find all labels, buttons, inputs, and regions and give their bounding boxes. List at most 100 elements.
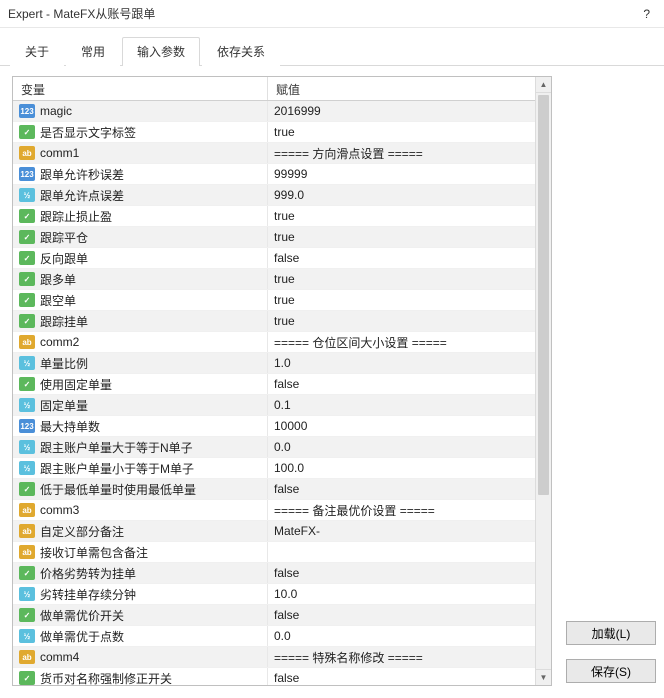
- cell-value[interactable]: 999.0: [268, 185, 535, 205]
- cell-value[interactable]: 2016999: [268, 101, 535, 121]
- scroll-up-icon[interactable]: ▲: [536, 77, 551, 93]
- cell-value[interactable]: 99999: [268, 164, 535, 184]
- table-row[interactable]: ab comm4 ===== 特殊名称修改 =====: [13, 647, 535, 668]
- cell-value[interactable]: 0.0: [268, 437, 535, 457]
- table-row[interactable]: ½单量比例1.0: [13, 353, 535, 374]
- table-row[interactable]: ✓货币对名称强制修正开关false: [13, 668, 535, 685]
- table-row[interactable]: ✓是否显示文字标签true: [13, 122, 535, 143]
- cell-value[interactable]: false: [268, 479, 535, 499]
- table-row[interactable]: ✓价格劣势转为挂单false: [13, 563, 535, 584]
- table-row[interactable]: ✓跟踪挂单true: [13, 311, 535, 332]
- tab-2[interactable]: 输入参数: [122, 37, 200, 66]
- table-row[interactable]: ½跟主账户单量小于等于M单子100.0: [13, 458, 535, 479]
- cell-variable: abcomm3: [13, 500, 268, 520]
- cell-variable: ab comm4: [13, 647, 268, 667]
- cell-variable: ✓ 跟踪止损止盈: [13, 206, 268, 226]
- table-row[interactable]: 123magic2016999: [13, 101, 535, 122]
- variable-name: 跟空单: [40, 292, 76, 309]
- cell-value[interactable]: 100.0: [268, 458, 535, 478]
- variable-name: comm4: [40, 650, 79, 664]
- cell-variable: abcomm1: [13, 143, 268, 163]
- table-row[interactable]: ab自定义部分备注MateFX-: [13, 521, 535, 542]
- variable-name: 自定义部分备注: [40, 523, 124, 540]
- table-row[interactable]: ✓使用固定单量false: [13, 374, 535, 395]
- variable-name: 价格劣势转为挂单: [40, 565, 136, 582]
- cell-variable: ab自定义部分备注: [13, 521, 268, 541]
- dbl-type-icon: ½: [19, 398, 35, 412]
- cell-variable: 123跟单允许秒误差: [13, 164, 268, 184]
- int-type-icon: 123: [19, 419, 35, 433]
- cell-value[interactable]: 0.0: [268, 626, 535, 646]
- table-row[interactable]: ✓低于最低单量时使用最低单量false: [13, 479, 535, 500]
- cell-value[interactable]: true: [268, 227, 535, 247]
- table-row[interactable]: ✓跟多单true: [13, 269, 535, 290]
- cell-value[interactable]: 10.0: [268, 584, 535, 604]
- cell-variable: ½做单需优于点数: [13, 626, 268, 646]
- cell-value[interactable]: 1.0: [268, 353, 535, 373]
- table-row[interactable]: abcomm2===== 仓位区间大小设置 =====: [13, 332, 535, 353]
- table-row[interactable]: ½跟主账户单量大于等于N单子0.0: [13, 437, 535, 458]
- cell-value[interactable]: [268, 542, 535, 562]
- cell-value[interactable]: MateFX-: [268, 521, 535, 541]
- cell-variable: ½固定单量: [13, 395, 268, 415]
- bool-type-icon: ✓: [19, 209, 35, 223]
- tab-0[interactable]: 关于: [10, 37, 64, 66]
- cell-value[interactable]: false: [268, 374, 535, 394]
- column-header-value[interactable]: 赋值: [268, 77, 551, 100]
- table-row[interactable]: abcomm1===== 方向滑点设置 =====: [13, 143, 535, 164]
- table-row[interactable]: ½做单需优于点数0.0: [13, 626, 535, 647]
- table-row[interactable]: 123跟单允许秒误差99999: [13, 164, 535, 185]
- cell-variable: ½跟主账户单量大于等于N单子: [13, 437, 268, 457]
- table-row[interactable]: ✓跟踪平仓true: [13, 227, 535, 248]
- variable-name: 是否显示文字标签: [40, 124, 136, 141]
- tab-1[interactable]: 常用: [66, 37, 120, 66]
- vertical-scrollbar[interactable]: ▲ ▼: [535, 77, 551, 685]
- cell-value[interactable]: ===== 方向滑点设置 =====: [268, 143, 535, 163]
- variable-name: 反向跟单: [40, 250, 88, 267]
- cell-value[interactable]: 10000: [268, 416, 535, 436]
- cell-value[interactable]: true: [268, 269, 535, 289]
- table-row[interactable]: ½固定单量0.1: [13, 395, 535, 416]
- table-row[interactable]: 123最大持单数10000: [13, 416, 535, 437]
- cell-value[interactable]: ===== 备注最优价设置 =====: [268, 500, 535, 520]
- cell-value[interactable]: false: [268, 563, 535, 583]
- cell-value[interactable]: ===== 仓位区间大小设置 =====: [268, 332, 535, 352]
- cell-value[interactable]: true: [268, 311, 535, 331]
- cell-value[interactable]: false: [268, 605, 535, 625]
- help-icon[interactable]: ?: [637, 7, 656, 21]
- cell-value[interactable]: true: [268, 122, 535, 142]
- table-row[interactable]: ½劣转挂单存续分钟10.0: [13, 584, 535, 605]
- table-row[interactable]: ✓跟空单true: [13, 290, 535, 311]
- variable-name: 接收订单需包含备注: [40, 544, 148, 561]
- grid-header: 变量 赋值: [13, 77, 551, 101]
- table-row[interactable]: ✓反向跟单false: [13, 248, 535, 269]
- table-row[interactable]: ✓做单需优价开关false: [13, 605, 535, 626]
- table-row[interactable]: ½跟单允许点误差999.0: [13, 185, 535, 206]
- table-row[interactable]: ✓ 跟踪止损止盈 true: [13, 206, 535, 227]
- cell-value[interactable]: ===== 特殊名称修改 =====: [268, 647, 535, 667]
- content-area: 变量 赋值 123magic2016999✓是否显示文字标签trueabcomm…: [0, 66, 664, 698]
- cell-value[interactable]: 0.1: [268, 395, 535, 415]
- cell-value[interactable]: true: [268, 290, 535, 310]
- column-header-variable[interactable]: 变量: [13, 77, 268, 100]
- cell-variable: ½劣转挂单存续分钟: [13, 584, 268, 604]
- dbl-type-icon: ½: [19, 587, 35, 601]
- cell-variable: ab接收订单需包含备注: [13, 542, 268, 562]
- cell-value[interactable]: false: [268, 248, 535, 268]
- str-type-icon: ab: [19, 146, 35, 160]
- save-button[interactable]: 保存(S): [566, 659, 656, 683]
- tab-3[interactable]: 依存关系: [202, 37, 280, 66]
- cell-variable: 123magic: [13, 101, 268, 121]
- str-type-icon: ab: [19, 650, 35, 664]
- load-button[interactable]: 加载(L): [566, 621, 656, 645]
- variable-name: 跟踪止损止盈: [40, 208, 112, 225]
- scroll-thumb[interactable]: [538, 95, 549, 495]
- cell-value[interactable]: false: [268, 668, 535, 685]
- window-title: Expert - MateFX从账号跟单: [8, 5, 637, 22]
- table-row[interactable]: abcomm3===== 备注最优价设置 =====: [13, 500, 535, 521]
- cell-value[interactable]: true: [268, 206, 535, 226]
- scroll-down-icon[interactable]: ▼: [536, 669, 551, 685]
- table-row[interactable]: ab接收订单需包含备注: [13, 542, 535, 563]
- cell-variable: ✓做单需优价开关: [13, 605, 268, 625]
- variable-name: 使用固定单量: [40, 376, 112, 393]
